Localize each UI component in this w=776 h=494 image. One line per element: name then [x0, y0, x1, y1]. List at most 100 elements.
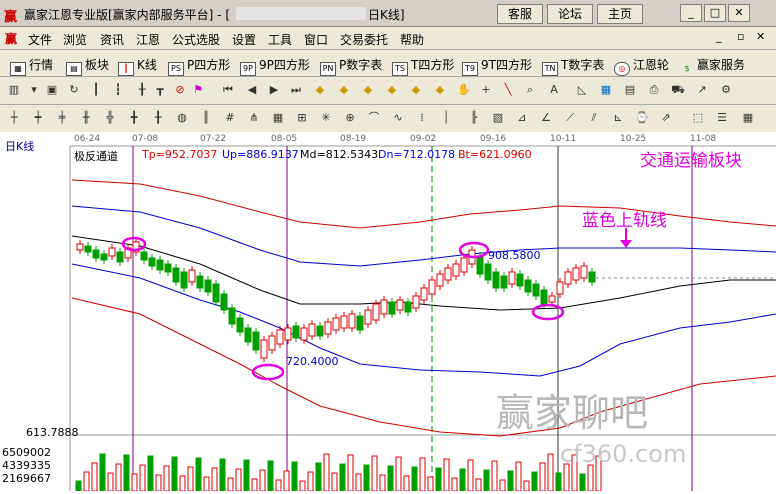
- angle-tool-icon[interactable]: ∠: [538, 110, 554, 126]
- print-icon[interactable]: ⎙: [646, 82, 662, 98]
- period-label: 日K线: [5, 140, 35, 153]
- line-tool-6-icon[interactable]: ╋: [126, 110, 142, 126]
- settings-icon[interactable]: ⚙: [718, 82, 734, 98]
- 9t-square-button[interactable]: T9 9T四方形: [462, 56, 532, 76]
- candle-body: [148, 257, 156, 267]
- star-tool-icon[interactable]: ✳: [318, 110, 334, 126]
- bars-icon[interactable]: ┇: [110, 82, 126, 98]
- fib-tool-icon[interactable]: ╟: [466, 110, 482, 126]
- menu-file[interactable]: 文件: [28, 31, 52, 48]
- bar-icon[interactable]: ┃: [88, 82, 104, 98]
- line-tool-1-icon[interactable]: ┼: [6, 110, 22, 126]
- table-icon[interactable]: ▤: [622, 82, 638, 98]
- trend-tool-icon[interactable]: ⟋: [562, 110, 578, 126]
- candle-body: [196, 275, 204, 289]
- prev-icon[interactable]: ◀: [244, 82, 260, 98]
- p-number-table-button[interactable]: PN P数字表: [320, 56, 382, 76]
- p-square-button[interactable]: PS P四方形: [168, 56, 230, 76]
- volume-bar: [227, 477, 234, 492]
- dropdown-arrow-icon[interactable]: ▾: [26, 82, 42, 98]
- gann-wheel-button[interactable]: ◎ 江恩轮: [614, 56, 669, 76]
- t-square-button[interactable]: TS T四方形: [392, 56, 454, 76]
- menu-browse[interactable]: 浏览: [63, 31, 87, 48]
- grid-tool-icon[interactable]: ▦: [270, 110, 286, 126]
- line-tool-2-icon[interactable]: ┿: [30, 110, 46, 126]
- refresh-icon[interactable]: ↻: [66, 82, 82, 98]
- forum-button[interactable]: 论坛: [547, 4, 593, 24]
- car-icon[interactable]: ⛟: [670, 82, 686, 98]
- vline-tool-icon[interactable]: │: [438, 110, 454, 126]
- volume-scale-high: 6509002: [2, 446, 51, 459]
- text-icon[interactable]: A: [546, 82, 562, 98]
- menu-window[interactable]: 窗口: [304, 31, 328, 48]
- diamond-b-icon[interactable]: ◆: [432, 82, 448, 98]
- winner-service-button[interactable]: $ 赢家服务: [680, 56, 745, 75]
- arrow-icon[interactable]: ↗: [694, 82, 710, 98]
- wave-tool-icon[interactable]: ∿: [390, 110, 406, 126]
- arrow-tool-icon[interactable]: ⇗: [658, 110, 674, 126]
- mdi-restore-icon[interactable]: ▫: [737, 30, 744, 43]
- kline-chart-area[interactable]: 06-24 07-08 07-22 08-05 08-19 09-02 09-16 10-11…: [0, 132, 776, 492]
- last-icon[interactable]: ⏭: [288, 82, 304, 98]
- line-tool-5-icon[interactable]: ╬: [102, 110, 118, 126]
- mdi-minimize-icon[interactable]: _: [716, 30, 722, 43]
- layout-icon[interactable]: ▥: [6, 82, 22, 98]
- 9p-square-button[interactable]: 9P 9P四方形: [240, 56, 310, 76]
- channel-tool-icon[interactable]: ▧: [490, 110, 506, 126]
- close-button[interactable]: ✕: [728, 4, 750, 22]
- chart-icon[interactable]: ▣: [44, 82, 60, 98]
- t-number-table-button[interactable]: TN T数字表: [542, 56, 604, 76]
- diamond-a-icon[interactable]: ◆: [408, 82, 424, 98]
- box-tool-icon[interactable]: ⊞: [294, 110, 310, 126]
- candle-type-icon[interactable]: ┳: [152, 82, 168, 98]
- bars-tool-icon[interactable]: ║: [198, 110, 214, 126]
- hand-icon[interactable]: ✋: [456, 82, 472, 98]
- maximize-button[interactable]: □: [704, 4, 726, 22]
- annotation-arrow-head: [620, 240, 632, 248]
- calculator-icon[interactable]: ▦: [598, 82, 614, 98]
- next-icon[interactable]: ▶: [266, 82, 282, 98]
- diamond-right-icon[interactable]: ◆: [384, 82, 400, 98]
- line-tool-3-icon[interactable]: ╪: [54, 110, 70, 126]
- dots-tool-icon[interactable]: ⁞: [414, 110, 430, 126]
- select-tool-icon[interactable]: ⬚: [690, 110, 706, 126]
- rays-tool-icon[interactable]: ⊿: [514, 110, 530, 126]
- line-draw-icon[interactable]: ╲: [500, 82, 516, 98]
- fan-tool-icon[interactable]: ⋔: [246, 110, 262, 126]
- customer-service-button[interactable]: 客服: [497, 4, 543, 24]
- menu-help[interactable]: 帮助: [400, 31, 424, 48]
- zoom-icon[interactable]: ⌕: [522, 82, 538, 98]
- diamond-left-icon[interactable]: ◆: [360, 82, 376, 98]
- arc-tool-icon[interactable]: ⌒: [366, 110, 382, 126]
- time-tool-icon[interactable]: ⌚: [634, 110, 650, 126]
- first-icon[interactable]: ⏮: [220, 82, 236, 98]
- parallel-tool-icon[interactable]: ⫽: [586, 110, 602, 126]
- hash-tool-icon[interactable]: #: [222, 110, 238, 126]
- sector-button[interactable]: ▤ 板块: [66, 56, 109, 76]
- measure-tool-icon[interactable]: ⊾: [610, 110, 626, 126]
- diamond-down-icon[interactable]: ◆: [336, 82, 352, 98]
- menu-formula-select[interactable]: 公式选股: [172, 31, 220, 48]
- circle-tool-icon[interactable]: ◍: [174, 110, 190, 126]
- flag-icon[interactable]: ⚑: [190, 82, 206, 98]
- cross-icon[interactable]: ⊘: [172, 82, 188, 98]
- menu-settings[interactable]: 设置: [232, 31, 256, 48]
- quotes-button[interactable]: ▦ 行情: [10, 56, 53, 76]
- menu-tools[interactable]: 工具: [268, 31, 292, 48]
- diamond-up-icon[interactable]: ◆: [312, 82, 328, 98]
- menu-trade[interactable]: 交易委托: [340, 31, 388, 48]
- minimize-button[interactable]: _: [680, 4, 702, 22]
- line-tool-4-icon[interactable]: ╫: [78, 110, 94, 126]
- candle-up-icon[interactable]: ╂: [134, 82, 150, 98]
- crosshair-icon[interactable]: +: [478, 82, 494, 98]
- ruler-icon[interactable]: ◺: [574, 82, 590, 98]
- list-tool-icon[interactable]: ☰: [714, 110, 730, 126]
- mdi-close-icon[interactable]: ✕: [756, 30, 765, 43]
- pin-tool-icon[interactable]: ⊕: [342, 110, 358, 126]
- menu-gann[interactable]: 江恩: [136, 31, 160, 48]
- homepage-button[interactable]: 主页: [597, 4, 643, 24]
- kline-button[interactable]: ┃ K线: [118, 56, 157, 76]
- table-tool-icon[interactable]: ▦: [740, 110, 756, 126]
- menu-info[interactable]: 资讯: [100, 31, 124, 48]
- line-tool-7-icon[interactable]: ╂: [150, 110, 166, 126]
